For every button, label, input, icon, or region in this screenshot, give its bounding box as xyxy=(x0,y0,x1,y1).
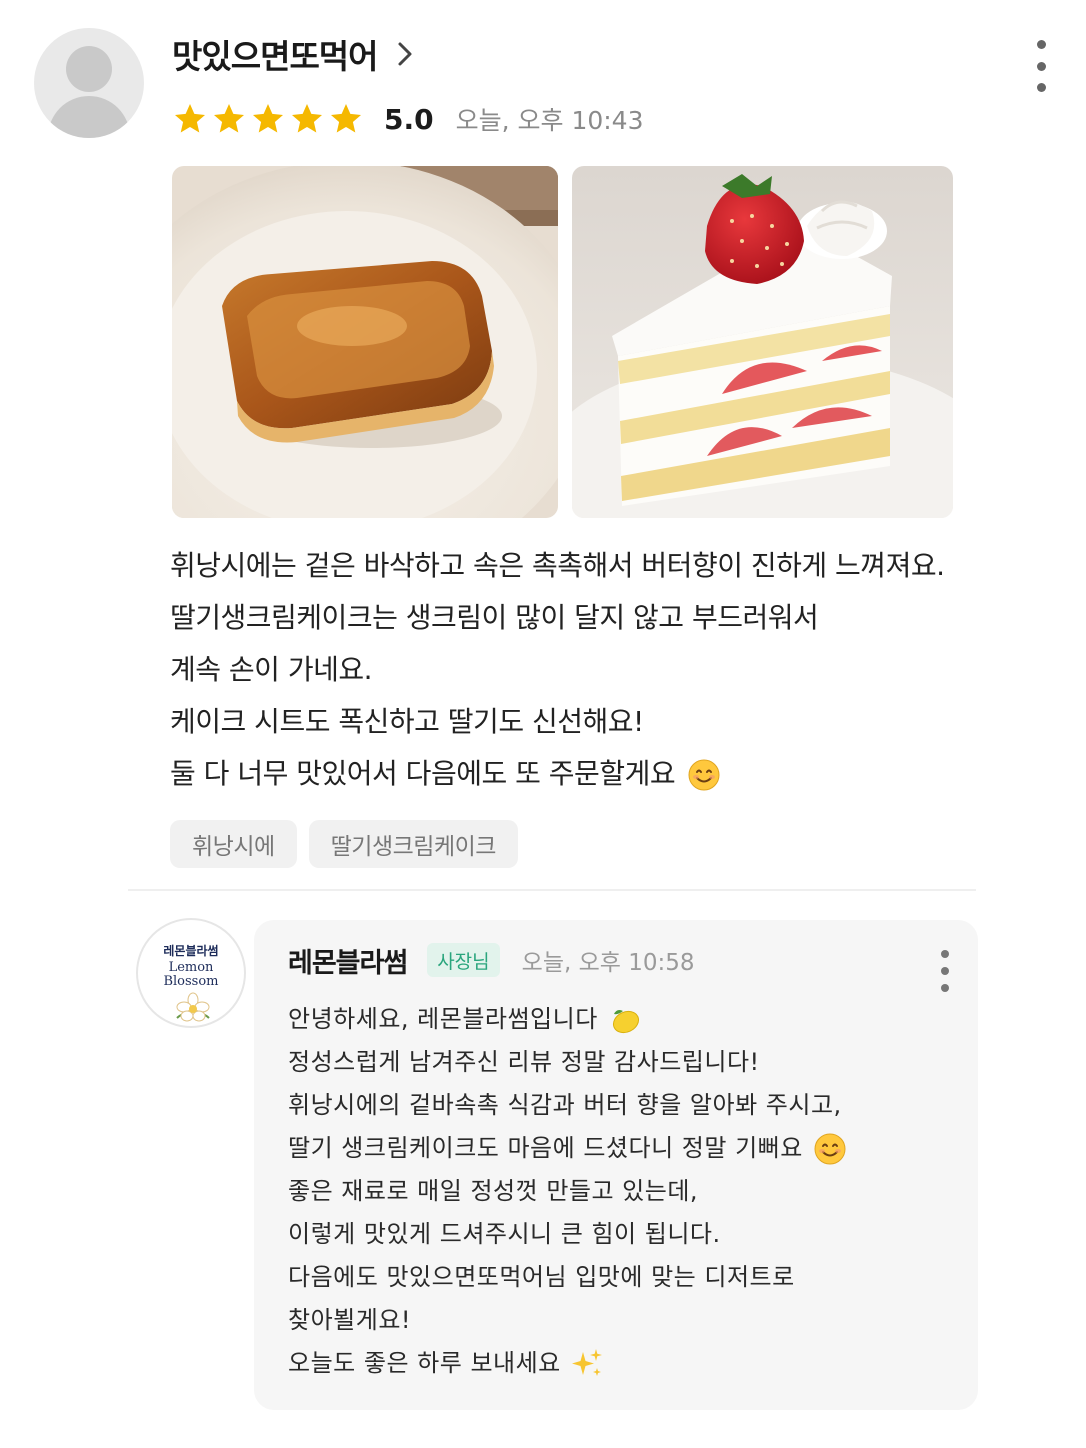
menu-tags: 휘낭시에 딸기생크림케이크 xyxy=(170,820,518,868)
reply-line: 정성스럽게 남겨주신 리뷰 정말 감사드립니다! xyxy=(288,1048,760,1076)
star-icon xyxy=(214,104,244,133)
review-date: 오늘, 오후 10:43 xyxy=(455,106,644,135)
reply-line-with-emoji: 오늘도 좋은 하루 보내세요 xyxy=(288,1342,948,1385)
reviewer-profile-link[interactable]: 맛있으면또먹어 xyxy=(172,32,418,76)
store-logo-english-1: Lemon xyxy=(168,960,214,975)
avatar-head xyxy=(66,46,112,92)
star-icon xyxy=(331,104,361,133)
reply-line: 안녕하세요, 레몬블라썸입니다 xyxy=(288,1005,598,1033)
owner-name: 레몬블라썸 xyxy=(288,947,408,979)
reply-line: 찾아뵐게요! xyxy=(288,1306,412,1334)
review-line: 딸기생크림케이크는 생크림이 많이 달지 않고 부드러워서 xyxy=(170,601,819,634)
review-line: 휘낭시에는 겉은 바삭하고 속은 촉촉해서 버터향이 진하게 느껴져요. xyxy=(170,549,945,582)
review-line: 계속 손이 가네요. xyxy=(170,653,373,686)
reply-line-with-emoji: 안녕하세요, 레몬블라썸입니다 xyxy=(288,998,948,1041)
review-content: 휘낭시에는 겉은 바삭하고 속은 촉촉해서 버터향이 진하게 느껴져요. 딸기생… xyxy=(170,540,1030,800)
star-icon xyxy=(292,104,322,133)
divider xyxy=(128,889,976,891)
review-line-with-emoji: 둘 다 너무 맛있어서 다음에도 또 주문할게요 xyxy=(170,748,1030,800)
star-icon xyxy=(175,104,205,133)
owner-reply-header: 레몬블라썸 사장님 오늘, 오후 10:58 xyxy=(288,938,695,982)
reply-date: 오늘, 오후 10:58 xyxy=(521,950,695,976)
store-logo-english-2: Blossom xyxy=(163,974,219,989)
lemon-emoji-icon xyxy=(612,1010,639,1034)
store-logo-korean: 레몬블라썸 xyxy=(163,944,219,958)
owner-reply-content: 안녕하세요, 레몬블라썸입니다 정성스럽게 남겨주신 리뷰 정말 감사드립니다!… xyxy=(288,998,948,1385)
reply-line: 다음에도 맛있으면또먹어님 입맛에 맞는 디저트로 xyxy=(288,1263,795,1291)
rating-score: 5.0 xyxy=(384,102,434,136)
reply-line-with-emoji: 딸기 생크림케이크도 마음에 드셨다니 정말 기뻐요 xyxy=(288,1127,948,1170)
smiling-face-emoji-icon xyxy=(688,759,720,791)
review-line: 케이크 시트도 폭신하고 딸기도 신선해요! xyxy=(170,705,644,738)
owner-badge: 사장님 xyxy=(427,943,500,977)
avatar-body xyxy=(48,96,130,138)
reply-line: 딸기 생크림케이크도 마음에 드셨다니 정말 기뻐요 xyxy=(288,1134,803,1162)
reply-line: 이렇게 맛있게 드셔주시니 큰 힘이 됩니다. xyxy=(288,1220,721,1248)
review-photo-strawberry-cake[interactable] xyxy=(572,166,953,518)
review-photo-financier[interactable] xyxy=(172,166,558,518)
reviewer-avatar[interactable] xyxy=(34,28,144,138)
reply-more-options-icon[interactable] xyxy=(938,950,952,992)
review-line: 둘 다 너무 맛있어서 다음에도 또 주문할게요 xyxy=(170,757,676,790)
star-icon xyxy=(253,104,283,133)
menu-tag[interactable]: 딸기생크림케이크 xyxy=(308,820,518,868)
reply-line: 휘낭시에의 겉바속촉 식감과 버터 향을 알아봐 주시고, xyxy=(288,1091,842,1119)
flower-icon xyxy=(176,992,210,1022)
star-rating xyxy=(172,101,364,137)
rating-row: 5.0 오늘, 오후 10:43 xyxy=(172,96,644,142)
sparkles-emoji-icon xyxy=(571,1349,602,1376)
reply-line: 오늘도 좋은 하루 보내세요 xyxy=(288,1349,561,1377)
reviewer-nickname: 맛있으면또먹어 xyxy=(172,37,379,76)
store-logo[interactable]: 레몬블라썸 Lemon Blossom xyxy=(136,918,246,1028)
smiling-face-emoji-icon xyxy=(814,1133,846,1165)
chevron-right-icon xyxy=(392,41,418,67)
review-more-options-icon[interactable] xyxy=(1030,40,1052,92)
reply-line: 좋은 재료로 매일 정성껏 만들고 있는데, xyxy=(288,1177,699,1205)
menu-tag[interactable]: 휘낭시에 xyxy=(170,820,297,868)
